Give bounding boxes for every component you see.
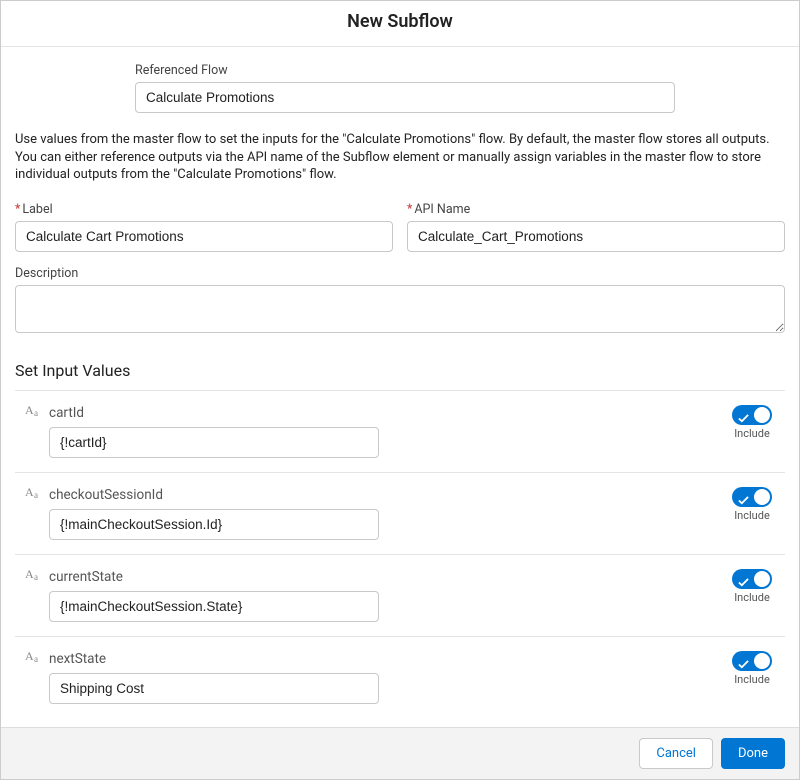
input-value-currentstate[interactable] bbox=[49, 591, 379, 622]
input-value-cartid[interactable] bbox=[49, 427, 379, 458]
done-button[interactable]: Done bbox=[721, 738, 785, 769]
text-type-icon bbox=[25, 488, 43, 502]
required-star-icon: * bbox=[407, 202, 412, 217]
toggle-knob bbox=[754, 407, 770, 423]
referenced-flow-field: Referenced Flow bbox=[135, 63, 675, 113]
text-type-icon bbox=[25, 570, 43, 584]
include-toggle-currentstate[interactable] bbox=[732, 569, 772, 589]
required-star-icon: * bbox=[15, 202, 20, 217]
include-toggle-cartid[interactable] bbox=[732, 405, 772, 425]
input-var-name: nextState bbox=[49, 651, 106, 667]
text-type-icon bbox=[25, 652, 43, 666]
include-label: Include bbox=[734, 591, 770, 604]
modal-title: New Subflow bbox=[1, 11, 799, 32]
description-field: Description bbox=[15, 266, 785, 337]
apiname-field-label: *API Name bbox=[407, 202, 785, 217]
label-apiname-row: *Label *API Name bbox=[15, 202, 785, 252]
input-row-nextstate: nextState Include bbox=[15, 636, 785, 718]
description-label: Description bbox=[15, 266, 785, 281]
modal-footer: Cancel Done bbox=[1, 727, 799, 779]
input-row-checkoutsessionid: checkoutSessionId Include bbox=[15, 472, 785, 554]
input-var-name: cartId bbox=[49, 405, 84, 421]
input-var-name: checkoutSessionId bbox=[49, 487, 163, 503]
label-field-label: *Label bbox=[15, 202, 393, 217]
help-text: Use values from the master flow to set t… bbox=[15, 131, 785, 184]
label-field: *Label bbox=[15, 202, 393, 252]
input-row-cartid: cartId Include bbox=[15, 390, 785, 472]
input-row-currentstate: currentState Include bbox=[15, 554, 785, 636]
input-var-name: currentState bbox=[49, 569, 123, 585]
referenced-flow-input[interactable] bbox=[135, 82, 675, 113]
text-type-icon bbox=[25, 406, 43, 420]
include-label: Include bbox=[734, 427, 770, 440]
cancel-button[interactable]: Cancel bbox=[639, 738, 713, 769]
include-label: Include bbox=[734, 673, 770, 686]
modal-content: Referenced Flow Use values from the mast… bbox=[1, 47, 799, 718]
toggle-knob bbox=[754, 653, 770, 669]
check-icon bbox=[738, 491, 748, 501]
check-icon bbox=[738, 655, 748, 665]
check-icon bbox=[738, 573, 748, 583]
apiname-input[interactable] bbox=[407, 221, 785, 252]
apiname-field: *API Name bbox=[407, 202, 785, 252]
toggle-knob bbox=[754, 489, 770, 505]
input-value-nextstate[interactable] bbox=[49, 673, 379, 704]
description-input[interactable] bbox=[15, 285, 785, 333]
input-section-title: Set Input Values bbox=[15, 361, 785, 380]
include-toggle-nextstate[interactable] bbox=[732, 651, 772, 671]
include-toggle-checkoutsessionid[interactable] bbox=[732, 487, 772, 507]
referenced-flow-label: Referenced Flow bbox=[135, 63, 675, 78]
toggle-knob bbox=[754, 571, 770, 587]
input-value-checkoutsessionid[interactable] bbox=[49, 509, 379, 540]
modal-header: New Subflow bbox=[1, 1, 799, 47]
include-label: Include bbox=[734, 509, 770, 522]
check-icon bbox=[738, 409, 748, 419]
label-input[interactable] bbox=[15, 221, 393, 252]
